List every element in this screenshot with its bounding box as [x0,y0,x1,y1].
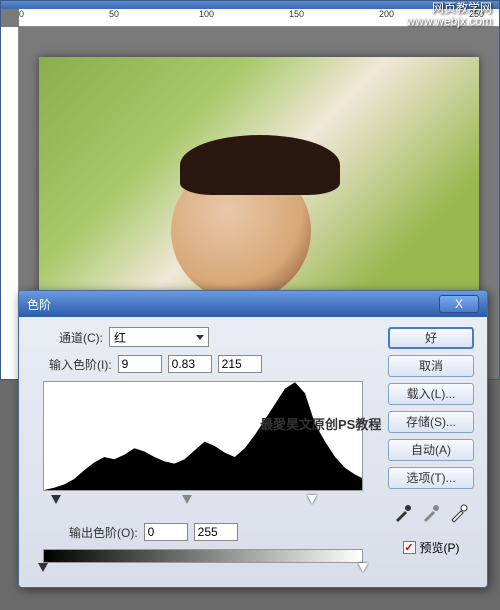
photo-child [39,57,479,317]
levels-dialog: 色阶 X 通道(C): 红 输入色阶(I): [18,290,488,588]
histogram [43,381,363,491]
channel-select[interactable]: 红 [109,327,209,347]
black-eyedropper-icon[interactable] [393,503,413,523]
ok-button[interactable]: 好 [388,327,474,349]
watermark-tutorial: 最愛昊文原创PS教程 [260,414,381,433]
image-canvas[interactable] [39,57,479,317]
watermark-top-right: 网页教学网 www.webjx.com [407,2,492,28]
close-button[interactable]: X [439,295,479,313]
channel-label: 通道(C): [59,329,103,346]
ruler-vertical[interactable] [1,27,19,379]
output-black-field[interactable] [144,523,188,541]
input-slider[interactable] [43,495,363,509]
checkbox-icon[interactable]: ✓ [403,541,416,554]
chevron-down-icon [196,335,204,340]
output-gradient [43,549,363,563]
histogram-chart [44,381,363,490]
channel-value: 红 [114,329,126,346]
output-levels-label: 输出色阶(O): [69,524,138,541]
input-white-field[interactable] [218,355,262,373]
input-levels-label: 输入色阶(I): [49,356,112,373]
dialog-title: 色阶 [27,296,439,313]
options-button[interactable]: 选项(T)... [388,467,474,489]
white-point-handle[interactable] [307,495,317,504]
output-slider[interactable] [43,563,363,577]
auto-button[interactable]: 自动(A) [388,439,474,461]
midpoint-handle[interactable] [182,495,192,504]
output-black-handle[interactable] [38,563,48,572]
ruler-tick: 0 [19,9,24,19]
dialog-sidebar: 好 取消 载入(L)... 存储(S)... 自动(A) 选项(T)... ✓ … [385,327,477,577]
dialog-titlebar[interactable]: 色阶 X [19,291,487,317]
ruler-tick: 100 [199,9,214,19]
input-mid-field[interactable] [168,355,212,373]
save-button[interactable]: 存储(S)... [388,411,474,433]
preview-checkbox-row[interactable]: ✓ 预览(P) [403,539,460,556]
ruler-tick: 200 [379,9,394,19]
output-white-field[interactable] [194,523,238,541]
load-button[interactable]: 载入(L)... [388,383,474,405]
ruler-tick: 150 [289,9,304,19]
cancel-button[interactable]: 取消 [388,355,474,377]
white-eyedropper-icon[interactable] [449,503,469,523]
dialog-main: 通道(C): 红 输入色阶(I): 输出色阶(O): [29,327,385,577]
ruler-tick: 50 [109,9,119,19]
black-point-handle[interactable] [51,495,61,504]
preview-label: 预览(P) [420,539,460,556]
dialog-body: 通道(C): 红 输入色阶(I): 输出色阶(O): [19,317,487,587]
output-white-handle[interactable] [358,563,368,572]
input-black-field[interactable] [118,355,162,373]
gray-eyedropper-icon[interactable] [421,503,441,523]
watermark-url: www.webjx.com [407,15,492,28]
eyedropper-group [393,503,469,523]
